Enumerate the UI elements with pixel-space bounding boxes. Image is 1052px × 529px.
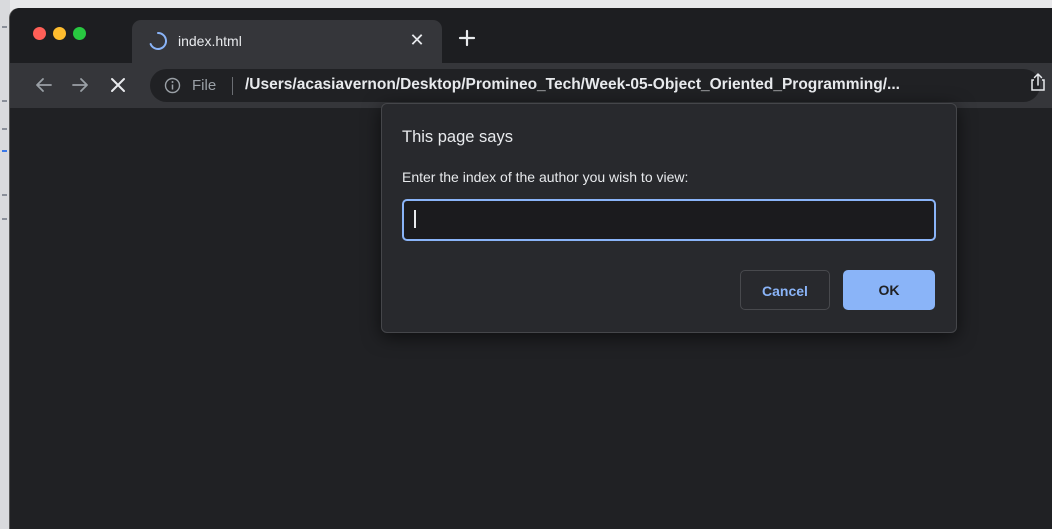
loading-spinner-icon <box>149 32 167 50</box>
text-caret <box>414 210 416 228</box>
share-icon[interactable] <box>1028 72 1048 92</box>
url-text: /Users/acasiavernon/Desktop/Promineo_Tec… <box>245 76 900 93</box>
zoom-window-button[interactable] <box>73 27 86 40</box>
address-bar[interactable]: File /Users/acasiavernon/Desktop/Promine… <box>150 69 1040 102</box>
minimize-window-button[interactable] <box>53 27 66 40</box>
edge-mark <box>2 194 7 196</box>
prompt-dialog: This page says Enter the index of the au… <box>381 103 957 333</box>
edge-mark <box>2 218 7 220</box>
address-divider <box>232 77 233 95</box>
edge-mark <box>2 150 7 152</box>
scheme-label: File <box>192 77 217 94</box>
stop-loading-icon[interactable] <box>104 71 132 99</box>
forward-arrow-icon[interactable] <box>66 71 94 99</box>
edge-mark <box>2 100 7 102</box>
close-window-button[interactable] <box>33 27 46 40</box>
dialog-title: This page says <box>402 128 513 146</box>
desktop-edge <box>0 0 10 529</box>
edge-mark <box>2 26 7 28</box>
tab-index-html[interactable]: index.html ✕ <box>132 20 442 63</box>
tab-title: index.html <box>178 33 242 49</box>
cancel-button[interactable]: Cancel <box>740 270 830 310</box>
author-index-input[interactable] <box>402 199 936 241</box>
dialog-message: Enter the index of the author you wish t… <box>402 169 689 185</box>
info-icon[interactable] <box>164 77 181 94</box>
ok-button[interactable]: OK <box>843 270 935 310</box>
browser-window: index.html ✕ File /Users/acasiavernon/De… <box>10 8 1052 529</box>
tab-close-icon[interactable]: ✕ <box>406 29 428 51</box>
back-arrow-icon[interactable] <box>30 71 58 99</box>
new-tab-icon[interactable] <box>456 27 478 49</box>
toolbar: File /Users/acasiavernon/Desktop/Promine… <box>10 63 1052 108</box>
edge-mark <box>2 128 7 130</box>
tab-bar: index.html ✕ <box>10 8 1052 63</box>
